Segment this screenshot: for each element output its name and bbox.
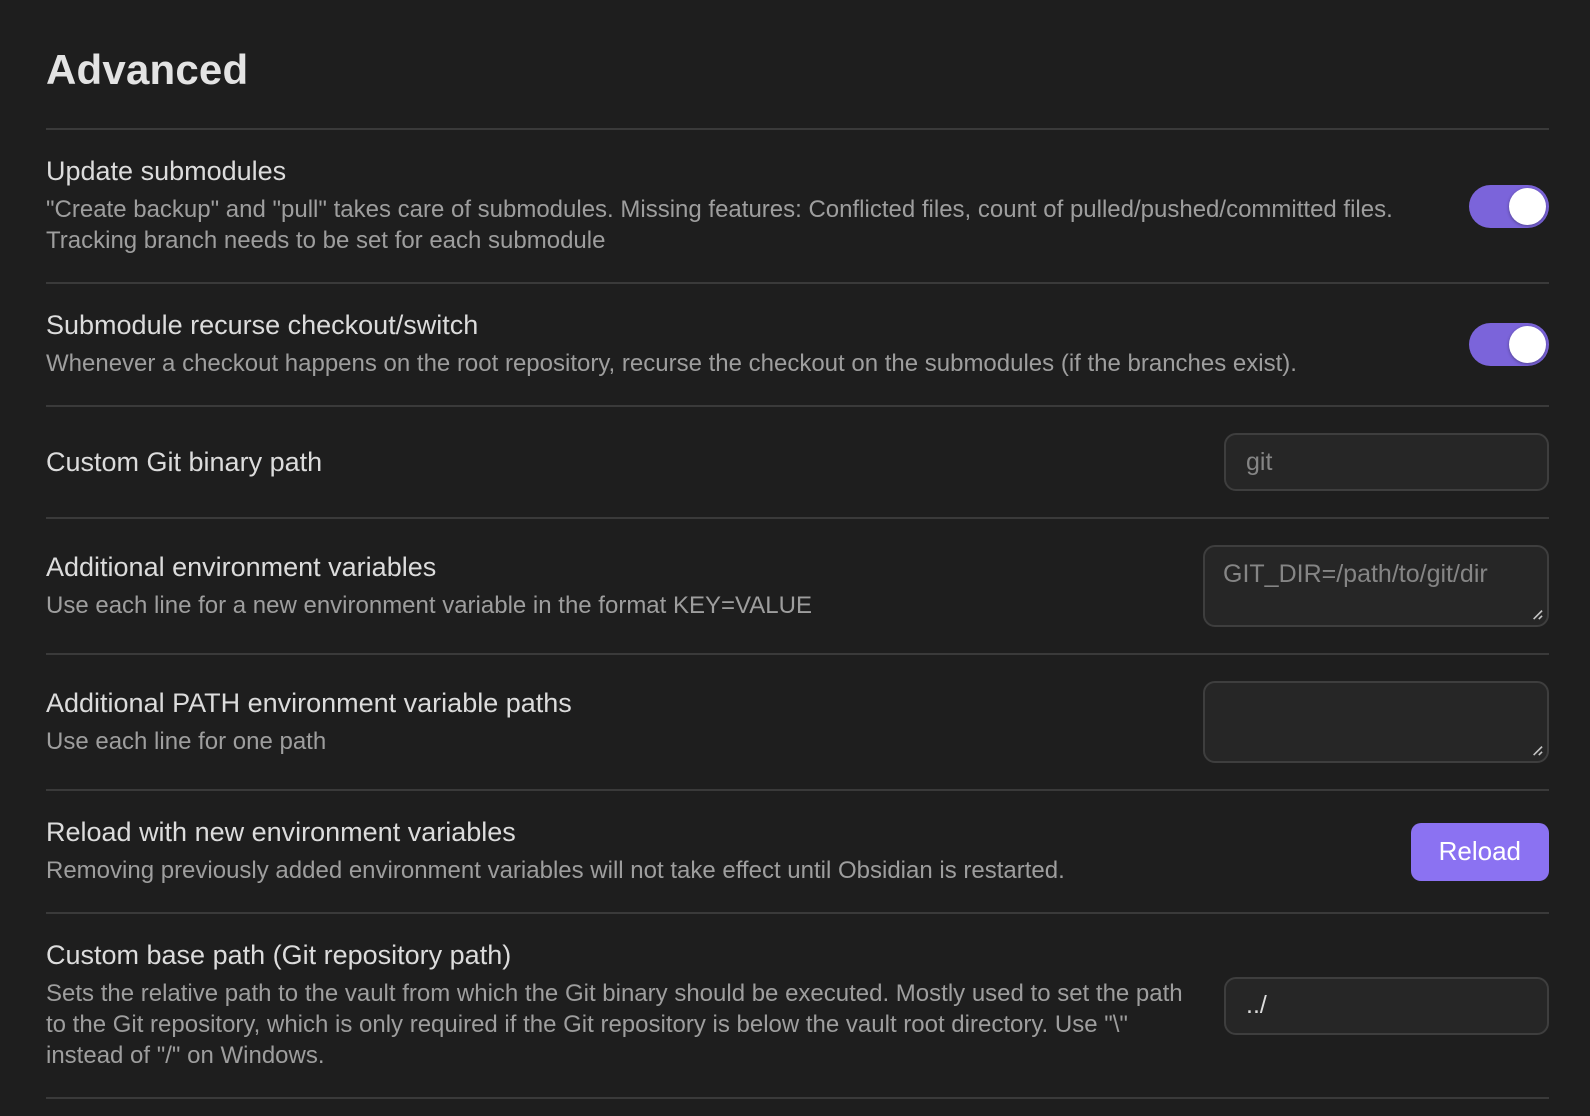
setting-name: Custom Git binary path — [46, 447, 1184, 478]
setting-control — [1224, 977, 1549, 1035]
setting-row-path-variables: Additional PATH environment variable pat… — [46, 653, 1549, 789]
submodule-recurse-toggle[interactable] — [1469, 323, 1549, 366]
path-variables-textarea[interactable] — [1203, 681, 1549, 763]
setting-row-custom-base-path: Custom base path (Git repository path) S… — [46, 912, 1549, 1097]
setting-row-submodule-recurse: Submodule recurse checkout/switch Whenev… — [46, 282, 1549, 405]
setting-description: Use each line for one path — [46, 726, 1163, 757]
toggle-knob — [1509, 188, 1546, 225]
textarea-wrapper — [1203, 681, 1549, 763]
reload-button[interactable]: Reload — [1411, 823, 1549, 881]
page-title: Advanced — [46, 48, 1549, 92]
setting-name: Submodule recurse checkout/switch — [46, 310, 1429, 341]
update-submodules-toggle[interactable] — [1469, 185, 1549, 228]
setting-info: Custom Git binary path — [46, 447, 1184, 478]
setting-row-git-binary-path: Custom Git binary path — [46, 405, 1549, 517]
setting-description: Whenever a checkout happens on the root … — [46, 348, 1429, 379]
setting-control — [1203, 681, 1549, 763]
setting-description: "Create backup" and "pull" takes care of… — [46, 194, 1429, 256]
setting-name: Additional environment variables — [46, 552, 1163, 583]
env-variables-textarea[interactable] — [1203, 545, 1549, 627]
setting-row-reload-env: Reload with new environment variables Re… — [46, 789, 1549, 912]
git-binary-path-input[interactable] — [1224, 433, 1549, 491]
divider — [46, 1097, 1549, 1099]
base-path-input[interactable] — [1224, 977, 1549, 1035]
setting-description: Removing previously added environment va… — [46, 855, 1371, 886]
setting-control — [1469, 323, 1549, 366]
setting-description: Sets the relative path to the vault from… — [46, 978, 1184, 1071]
setting-control — [1469, 185, 1549, 228]
setting-description: Use each line for a new environment vari… — [46, 590, 1163, 621]
settings-panel: Advanced Update submodules "Create backu… — [0, 48, 1590, 1099]
textarea-resize-handle[interactable] — [1528, 741, 1543, 756]
textarea-resize-handle[interactable] — [1528, 605, 1543, 620]
setting-info: Submodule recurse checkout/switch Whenev… — [46, 310, 1429, 379]
setting-name: Custom base path (Git repository path) — [46, 940, 1184, 971]
setting-name: Update submodules — [46, 156, 1429, 187]
toggle-knob — [1509, 326, 1546, 363]
setting-control — [1224, 433, 1549, 491]
setting-info: Update submodules "Create backup" and "p… — [46, 156, 1429, 256]
setting-name: Reload with new environment variables — [46, 817, 1371, 848]
setting-name: Additional PATH environment variable pat… — [46, 688, 1163, 719]
setting-control — [1203, 545, 1549, 627]
setting-info: Additional PATH environment variable pat… — [46, 688, 1163, 757]
setting-info: Additional environment variables Use eac… — [46, 552, 1163, 621]
setting-info: Reload with new environment variables Re… — [46, 817, 1371, 886]
setting-row-env-variables: Additional environment variables Use eac… — [46, 517, 1549, 653]
setting-info: Custom base path (Git repository path) S… — [46, 940, 1184, 1071]
textarea-wrapper — [1203, 545, 1549, 627]
setting-row-update-submodules: Update submodules "Create backup" and "p… — [46, 128, 1549, 282]
setting-control: Reload — [1411, 823, 1549, 881]
